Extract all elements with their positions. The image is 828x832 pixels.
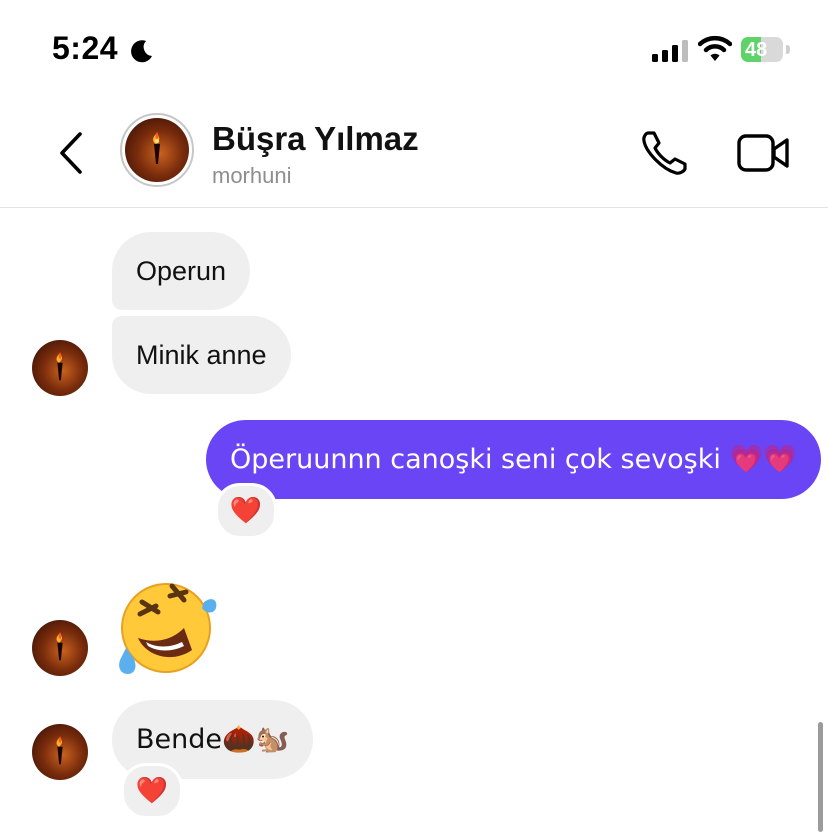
contact-username[interactable]: morhuni: [212, 163, 291, 189]
message-received[interactable]: Minik anne: [112, 316, 291, 394]
message-text: Bende🌰🐿️: [136, 724, 290, 755]
reaction-emoji: ❤️: [229, 496, 263, 526]
message-received[interactable]: Operun: [112, 232, 251, 310]
chevron-left-icon[interactable]: [52, 130, 92, 176]
message-text: Operun: [136, 256, 227, 286]
sender-avatar[interactable]: [32, 724, 88, 780]
wifi-icon: [698, 35, 732, 61]
chat-header: Büşra Yılmaz morhuni: [0, 100, 828, 208]
message-sent[interactable]: Öperuunnn canoşki seni çok sevoşki 💗💗: [206, 420, 821, 499]
status-bar: 5:24 48: [0, 0, 828, 100]
sender-avatar[interactable]: [32, 620, 88, 676]
sender-avatar[interactable]: [32, 340, 88, 396]
heart-reaction[interactable]: ❤️: [215, 483, 277, 539]
message-text: Minik anne: [136, 340, 267, 370]
battery-level-text: 48: [745, 39, 768, 61]
rolling-on-floor-laughing-emoji[interactable]: [112, 572, 220, 680]
battery-cap: [786, 45, 790, 54]
scrollbar[interactable]: [818, 722, 823, 832]
video-camera-icon[interactable]: [736, 130, 790, 176]
contact-name[interactable]: Büşra Yılmaz: [212, 120, 419, 158]
phone-icon[interactable]: [640, 128, 690, 178]
heart-reaction[interactable]: ❤️: [121, 763, 183, 819]
cellular-signal-icon: [652, 40, 688, 62]
moon-icon: [131, 40, 152, 63]
battery-icon: 48: [741, 37, 783, 62]
reaction-emoji: ❤️: [135, 776, 169, 806]
message-text: Öperuunnn canoşki seni çok sevoşki 💗💗: [230, 444, 797, 475]
status-time: 5:24: [52, 30, 119, 66]
contact-avatar-ring[interactable]: [120, 113, 194, 187]
contact-avatar: [125, 118, 189, 182]
